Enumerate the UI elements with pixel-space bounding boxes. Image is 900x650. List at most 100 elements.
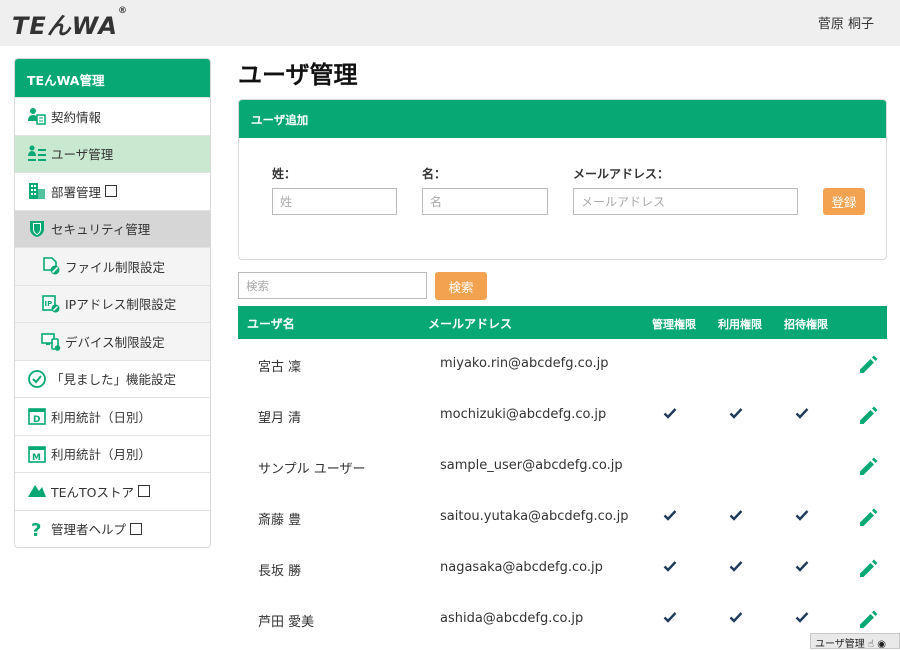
email-label: メールアドレス： [573, 167, 670, 181]
sidebar-item-ip-restriction[interactable]: IP IPアドレス制限設定 [15, 284, 210, 322]
sidebar-item-label: ファイル制限設定 [65, 259, 166, 275]
ip-icon: IP [41, 294, 61, 314]
external-link-icon [130, 522, 143, 535]
logo-wa: WA [71, 12, 118, 40]
sidebar-header: TEんWA管理 [15, 59, 210, 97]
email-cell: miyako.rin@abcdefg.co.jp [440, 356, 609, 371]
email-cell: saitou.yutaka@abcdefg.co.jp [440, 509, 629, 524]
eye-icon: ◉ [877, 639, 887, 650]
shield-icon [27, 219, 47, 239]
invite-check-icon [795, 510, 809, 521]
add-user-header: ユーザ追加 [239, 100, 886, 138]
edit-pencil-icon[interactable] [857, 455, 879, 477]
table-row[interactable]: サンプル ユーザー sample_user@abcdefg.co.jp [238, 441, 887, 492]
sidebar-item-label: 利用統計（日別） [51, 409, 152, 425]
calendar-month-icon: M [27, 444, 47, 464]
sidebar-item-security[interactable]: セキュリティ管理 [15, 209, 210, 247]
email-cell: ashida@abcdefg.co.jp [440, 611, 584, 626]
add-user-panel: ユーザ追加 姓： 名： メールアドレス： 登録 [238, 99, 887, 260]
email-cell: mochizuki@abcdefg.co.jp [440, 407, 607, 422]
sidebar-item-file-restriction[interactable]: ファイル制限設定 [15, 247, 210, 285]
invite-check-icon [795, 612, 809, 623]
admin-check-icon [663, 612, 677, 623]
sidebar-item-label: 契約情報 [51, 109, 102, 125]
user-menu[interactable]: 菅原 桐子 [818, 13, 874, 32]
edit-pencil-icon[interactable] [857, 506, 879, 528]
use-check-icon [729, 612, 743, 623]
external-link-icon [105, 185, 118, 198]
svg-text:D: D [33, 415, 40, 425]
email-field[interactable] [573, 188, 798, 215]
register-button[interactable]: 登録 [823, 188, 865, 215]
edit-pencil-icon[interactable] [857, 353, 879, 375]
logo-mark: ® [117, 6, 128, 16]
last-name-field[interactable] [272, 188, 397, 215]
user-name-cell: 長坂 勝 [258, 564, 302, 579]
search-input[interactable] [238, 272, 427, 299]
sidebar-item-label: デバイス制限設定 [65, 334, 165, 350]
use-check-icon [729, 408, 743, 419]
building-icon [27, 181, 47, 201]
status-label: ユーザ管理 [815, 639, 865, 650]
first-name-field[interactable] [422, 188, 548, 215]
pointer-icon: ☝ [868, 639, 878, 650]
user-list-icon [27, 144, 47, 164]
user-name-cell: 望月 清 [258, 411, 302, 426]
sidebar-item-device-restriction[interactable]: デバイス制限設定 [15, 322, 210, 360]
table-body: 宮古 凜 miyako.rin@abcdefg.co.jp 望月 清 mochizuk… [238, 339, 887, 645]
status-bar: ユーザ管理 ☝ ◉ [810, 633, 900, 650]
sidebar-item-monthly-stats[interactable]: M 利用統計（月別） [15, 434, 210, 472]
edit-pencil-icon[interactable] [857, 557, 879, 579]
app-logo[interactable]: TEんWA® [12, 6, 128, 41]
table-row[interactable]: 宮古 凜 miyako.rin@abcdefg.co.jp [238, 339, 887, 390]
column-header-invite: 招待権限 [784, 318, 828, 331]
sidebar-item-admin-help[interactable]: ? 管理者ヘルプ [15, 509, 210, 547]
sidebar-item-label: 部署管理 [51, 184, 102, 200]
table-header: ユーザ名 メールアドレス 管理権限 利用権限 招待権限 [238, 306, 887, 339]
help-icon: ? [27, 519, 47, 539]
page-title: ユーザ管理 [238, 61, 358, 89]
table-row[interactable]: 長坂 勝 nagasaka@abcdefg.co.jp [238, 543, 887, 594]
table-row[interactable]: 斎藤 豊 saitou.yutaka@abcdefg.co.jp [238, 492, 887, 543]
sidebar-item-label: 管理者ヘルプ [51, 522, 127, 538]
edit-pencil-icon[interactable] [857, 404, 879, 426]
sidebar: TEんWA管理 契約情報 ユーザ管理 部署管理 セキュリティ管理 ファイル制限設… [14, 58, 211, 548]
svg-text:?: ? [31, 520, 41, 539]
sidebar-item-label: 利用統計（月別） [51, 447, 152, 463]
admin-check-icon [663, 408, 677, 419]
sidebar-item-daily-stats[interactable]: D 利用統計（日別） [15, 397, 210, 435]
external-link-icon [138, 485, 151, 498]
logo-text: TEん [12, 12, 72, 40]
sidebar-item-label: セキュリティ管理 [51, 222, 151, 238]
admin-check-icon [663, 510, 677, 521]
user-name-cell: 芦田 愛美 [258, 615, 315, 630]
column-header-email: メールアドレス [428, 317, 513, 331]
use-check-icon [729, 561, 743, 572]
column-header-admin: 管理権限 [652, 318, 696, 331]
search-button[interactable]: 検索 [435, 272, 487, 300]
top-bar: TEんWA® 菅原 桐子 [0, 0, 900, 46]
contract-icon [27, 106, 47, 126]
email-cell: sample_user@abcdefg.co.jp [440, 458, 623, 473]
sidebar-item-store[interactable]: TEんTOストア [15, 472, 210, 510]
sidebar-item-users[interactable]: ユーザ管理 [15, 134, 210, 172]
store-icon [27, 481, 47, 501]
admin-check-icon [663, 561, 677, 572]
table-row[interactable]: 芦田 愛美 ashida@abcdefg.co.jp [238, 594, 887, 645]
sidebar-item-label: TEんTOストア [51, 484, 135, 500]
invite-check-icon [795, 561, 809, 572]
use-check-icon [729, 510, 743, 521]
sidebar-item-seen-feature[interactable]: 「見ました」機能設定 [15, 359, 210, 397]
user-name-cell: 斎藤 豊 [258, 513, 302, 528]
svg-text:M: M [32, 453, 41, 463]
sidebar-item-label: 「見ました」機能設定 [51, 372, 177, 388]
table-row[interactable]: 望月 清 mochizuki@abcdefg.co.jp [238, 390, 887, 441]
file-block-icon [41, 256, 61, 276]
sidebar-item-departments[interactable]: 部署管理 [15, 172, 210, 210]
sidebar-item-contract[interactable]: 契約情報 [15, 97, 210, 135]
edit-pencil-icon[interactable] [857, 608, 879, 630]
column-header-username: ユーザ名 [247, 317, 295, 331]
users-table: ユーザ名 メールアドレス 管理権限 利用権限 招待権限 宮古 凜 miyako.r… [238, 306, 887, 645]
user-name-cell: 宮古 凜 [258, 360, 302, 375]
first-name-label: 名： [422, 167, 447, 181]
